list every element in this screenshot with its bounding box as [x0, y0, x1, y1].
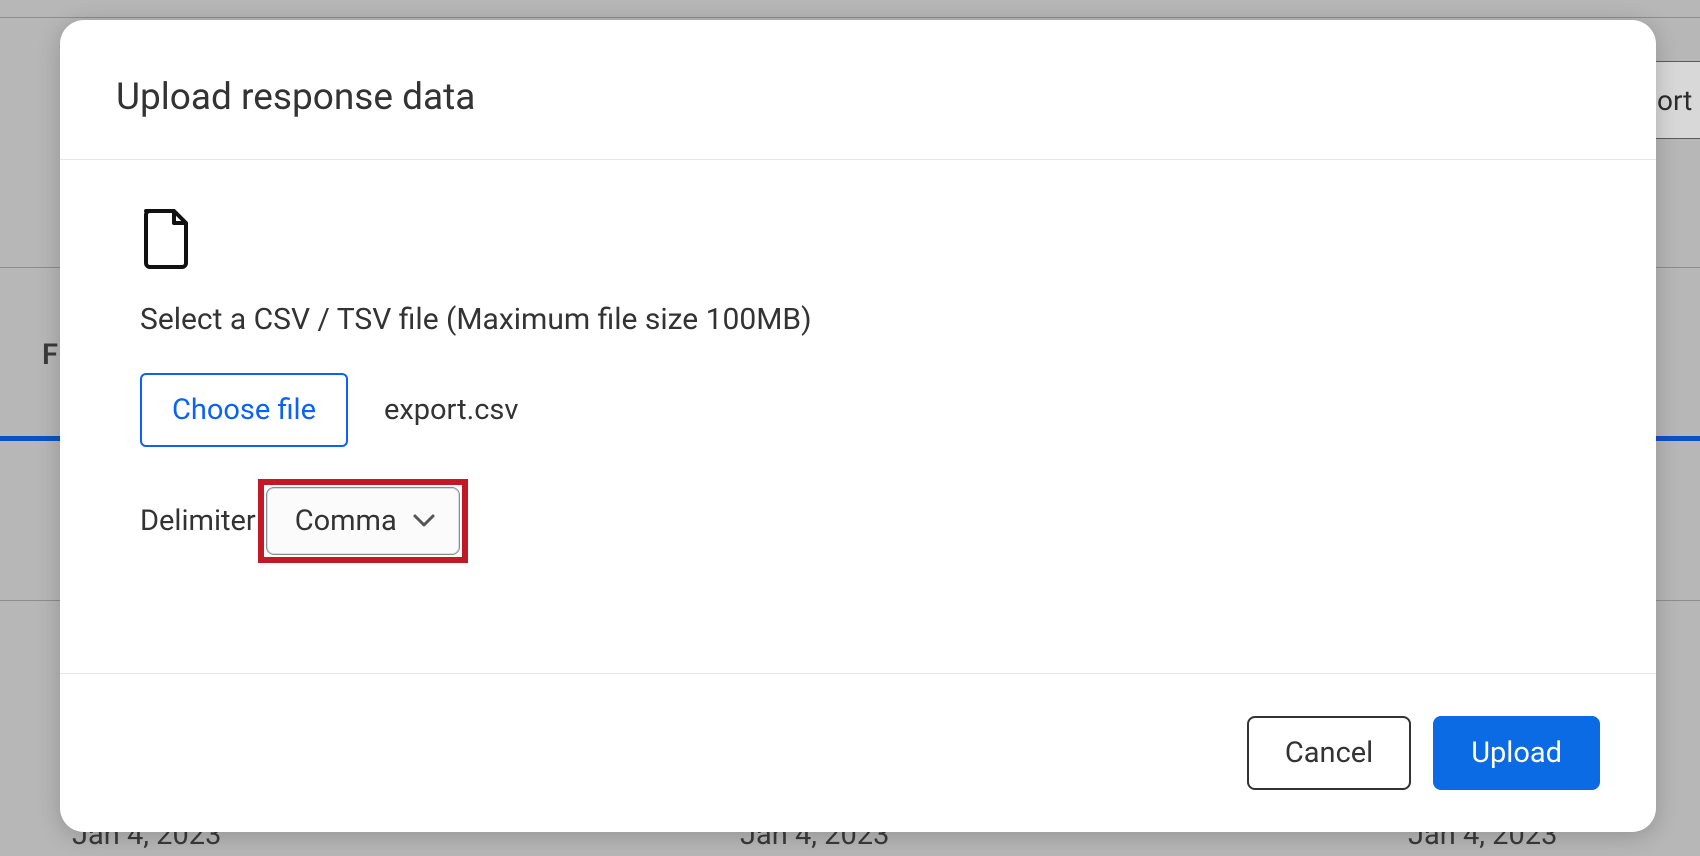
- upload-button[interactable]: Upload: [1433, 716, 1600, 790]
- file-instruction-text: Select a CSV / TSV file (Maximum file si…: [140, 302, 1576, 337]
- chevron-down-icon: [413, 514, 435, 528]
- cancel-button[interactable]: Cancel: [1247, 716, 1411, 790]
- delimiter-row: Delimiter Comma: [140, 479, 1576, 563]
- dialog-footer: Cancel Upload: [60, 673, 1656, 832]
- dialog-title: Upload response data: [116, 76, 1600, 119]
- file-icon: [140, 208, 1576, 270]
- delimiter-selected-value: Comma: [295, 504, 397, 538]
- dialog-body: Select a CSV / TSV file (Maximum file si…: [60, 160, 1656, 673]
- selected-filename: export.csv: [384, 393, 518, 427]
- upload-response-data-dialog: Upload response data Select a CSV / TSV …: [60, 20, 1656, 832]
- annotation-highlight-box: Comma: [258, 479, 468, 563]
- background-sort-button-partial[interactable]: ort &: [1650, 61, 1700, 139]
- delimiter-label: Delimiter: [140, 504, 256, 538]
- background-partial-label: F: [42, 338, 58, 372]
- file-select-row: Choose file export.csv: [140, 373, 1576, 447]
- delimiter-select[interactable]: Comma: [266, 487, 460, 555]
- choose-file-button[interactable]: Choose file: [140, 373, 348, 447]
- dialog-header: Upload response data: [60, 20, 1656, 160]
- background-top-bar: [0, 0, 1700, 18]
